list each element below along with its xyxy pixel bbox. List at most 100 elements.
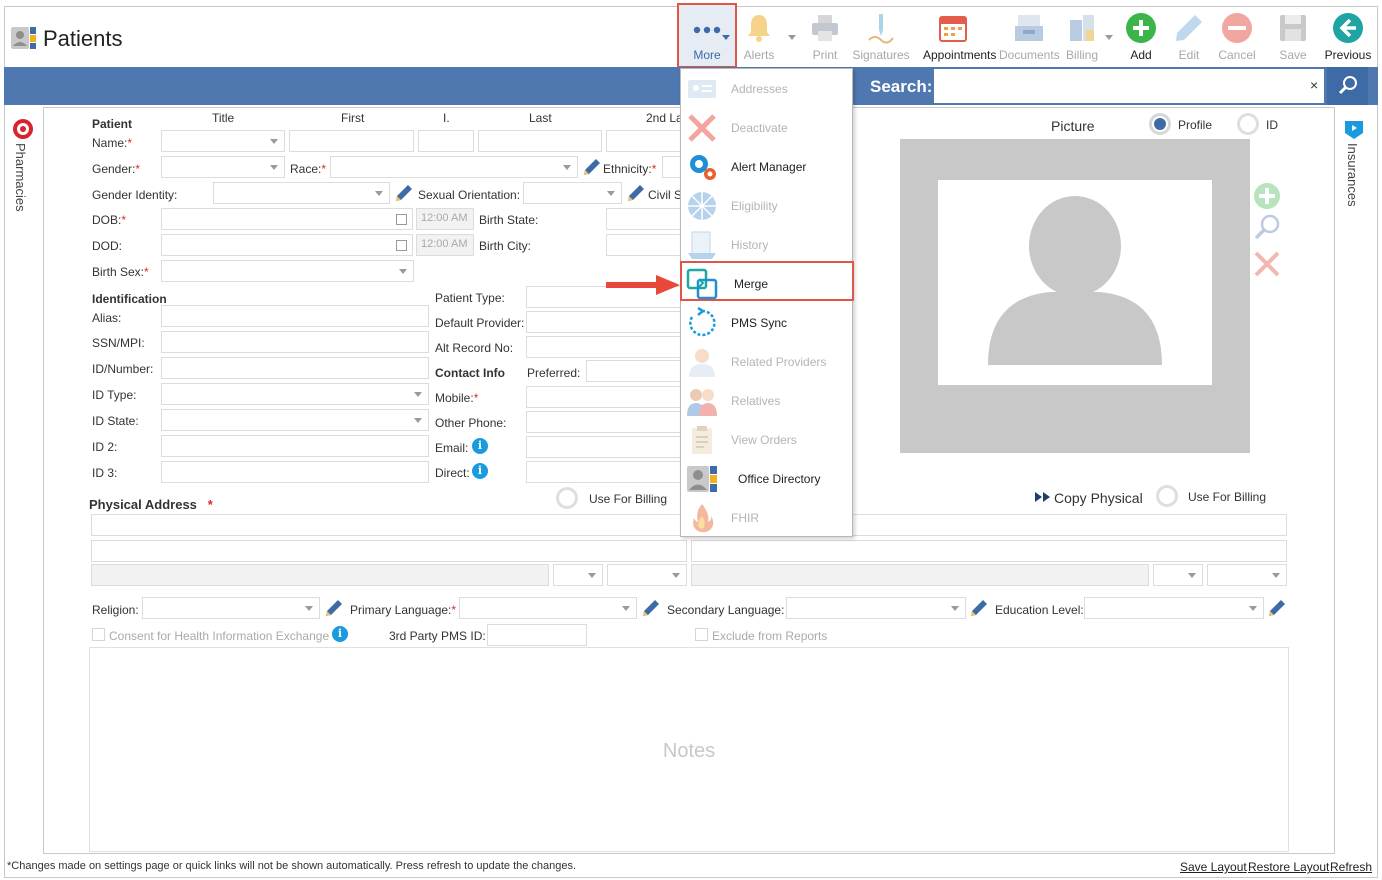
refresh-link[interactable]: Refresh xyxy=(1330,860,1372,874)
gender-select[interactable] xyxy=(161,156,285,178)
documents-button[interactable]: Documents xyxy=(999,8,1060,64)
gender-identity-edit-pencil-icon[interactable] xyxy=(395,184,413,202)
dob-date-input[interactable] xyxy=(161,208,413,230)
dod-time-input[interactable]: 12:00 AM xyxy=(416,234,474,256)
exclude-reports-checkbox[interactable] xyxy=(695,628,708,641)
direct-input[interactable] xyxy=(526,461,682,483)
insurances-tab[interactable]: Insurances xyxy=(1345,143,1360,207)
direct-info-icon[interactable]: i xyxy=(472,463,488,479)
previous-button[interactable]: Previous xyxy=(1318,8,1378,64)
menu-item-deactivate[interactable]: Deactivate xyxy=(681,108,852,147)
id2-input[interactable] xyxy=(161,435,429,457)
id-state-select[interactable] xyxy=(161,409,429,431)
dod-date-input[interactable] xyxy=(161,234,413,256)
second-last-name-input[interactable] xyxy=(606,130,682,152)
copy-physical-link[interactable]: Copy Physical xyxy=(1054,490,1143,506)
primary-language-select[interactable] xyxy=(459,597,637,619)
gender-identity-select[interactable] xyxy=(213,182,390,204)
education-level-select[interactable] xyxy=(1084,597,1264,619)
save-layout-link[interactable]: Save Layout xyxy=(1180,860,1247,874)
patient-picture[interactable] xyxy=(938,180,1212,385)
preferred-select[interactable] xyxy=(586,360,682,382)
billing-button[interactable]: Billing xyxy=(1052,8,1112,64)
menu-item-related-providers[interactable]: Related Providers xyxy=(681,342,852,381)
consent-checkbox[interactable] xyxy=(92,628,105,641)
zoom-picture-icon[interactable] xyxy=(1253,213,1281,241)
menu-item-fhir[interactable]: FHIR xyxy=(681,498,852,537)
id-number-input[interactable] xyxy=(161,357,429,379)
race-edit-pencil-icon[interactable] xyxy=(583,158,601,176)
menu-item-relatives[interactable]: Relatives xyxy=(681,381,852,420)
dob-time-input[interactable]: 12:00 AM xyxy=(416,208,474,230)
menu-item-alert-manager[interactable]: Alert Manager xyxy=(681,147,852,186)
save-button[interactable]: Save xyxy=(1263,8,1323,64)
profile-radio[interactable] xyxy=(1149,113,1171,135)
alerts-button[interactable]: Alerts xyxy=(729,8,789,64)
mailing-city-input[interactable] xyxy=(691,564,1149,586)
print-button[interactable]: Print xyxy=(795,8,855,64)
mobile-input[interactable] xyxy=(526,386,682,408)
id3-input[interactable] xyxy=(161,461,429,483)
email-info-icon[interactable]: i xyxy=(472,438,488,454)
pharmacies-tab[interactable]: Pharmacies xyxy=(13,143,28,212)
middle-initial-input[interactable] xyxy=(418,130,474,152)
birth-city-input[interactable] xyxy=(606,234,682,256)
menu-item-eligibility[interactable]: Eligibility xyxy=(681,186,852,225)
menu-item-pms-sync[interactable]: PMS Sync xyxy=(681,303,852,342)
search-clear-button[interactable]: × xyxy=(1310,77,1318,93)
third-party-pms-input[interactable] xyxy=(487,624,587,646)
alias-input[interactable] xyxy=(161,305,429,327)
email-input[interactable] xyxy=(526,436,682,458)
menu-item-addresses[interactable]: Addresses xyxy=(681,69,852,108)
menu-item-view-orders[interactable]: View Orders xyxy=(681,420,852,459)
birth-state-select[interactable] xyxy=(606,208,682,230)
secondary-language-edit-pencil-icon[interactable] xyxy=(970,599,988,617)
physical-city-input[interactable] xyxy=(91,564,549,586)
delete-picture-icon[interactable] xyxy=(1253,250,1281,278)
secondary-language-select[interactable] xyxy=(786,597,966,619)
first-name-input[interactable] xyxy=(289,130,414,152)
consent-info-icon[interactable]: i xyxy=(332,626,348,642)
menu-item-history[interactable]: History xyxy=(681,225,852,264)
sexual-orientation-select[interactable] xyxy=(523,182,622,204)
race-select[interactable] xyxy=(330,156,578,178)
cancel-button[interactable]: Cancel xyxy=(1207,8,1267,64)
religion-select[interactable] xyxy=(142,597,320,619)
ssn-input[interactable] xyxy=(161,331,429,353)
mailing-state-select[interactable] xyxy=(1153,564,1203,586)
search-input[interactable] xyxy=(934,69,1324,103)
sexual-orientation-edit-pencil-icon[interactable] xyxy=(627,184,645,202)
religion-edit-pencil-icon[interactable] xyxy=(325,599,343,617)
primary-language-edit-pencil-icon[interactable] xyxy=(642,599,660,617)
signatures-button[interactable]: Signatures xyxy=(851,8,911,64)
mailing-address-line2[interactable] xyxy=(691,540,1287,562)
pharmacy-tab-icon[interactable] xyxy=(11,117,35,141)
restore-layout-link[interactable]: Restore Layout xyxy=(1248,860,1329,874)
use-for-billing-radio[interactable] xyxy=(556,487,578,509)
insurance-tab-icon[interactable] xyxy=(1342,117,1366,141)
birth-sex-select[interactable] xyxy=(161,260,414,282)
dod-label: DOD: xyxy=(92,239,122,253)
search-button[interactable] xyxy=(1327,67,1368,105)
dob-calendar-icon[interactable] xyxy=(396,214,407,225)
appointments-button[interactable]: Appointments xyxy=(923,8,996,64)
physical-address-line1[interactable] xyxy=(91,514,687,536)
physical-state-select[interactable] xyxy=(553,564,603,586)
alt-record-input[interactable] xyxy=(526,336,682,358)
ethnicity-label: Ethnicity:* xyxy=(603,162,657,176)
physical-zip-select[interactable] xyxy=(607,564,687,586)
default-provider-select[interactable] xyxy=(526,311,682,333)
title-select[interactable] xyxy=(161,130,285,152)
menu-item-office-directory[interactable]: Office Directory xyxy=(681,459,852,498)
physical-address-line2[interactable] xyxy=(91,540,687,562)
last-name-input[interactable] xyxy=(478,130,602,152)
ethnicity-select[interactable] xyxy=(662,156,682,178)
dod-calendar-icon[interactable] xyxy=(396,240,407,251)
other-phone-input[interactable] xyxy=(526,411,682,433)
id-radio[interactable] xyxy=(1237,113,1259,135)
education-level-edit-pencil-icon[interactable] xyxy=(1268,599,1286,617)
mailing-zip-select[interactable] xyxy=(1207,564,1287,586)
add-picture-icon[interactable] xyxy=(1253,182,1281,210)
use-for-billing-2-radio[interactable] xyxy=(1156,485,1178,507)
id-type-select[interactable] xyxy=(161,383,429,405)
